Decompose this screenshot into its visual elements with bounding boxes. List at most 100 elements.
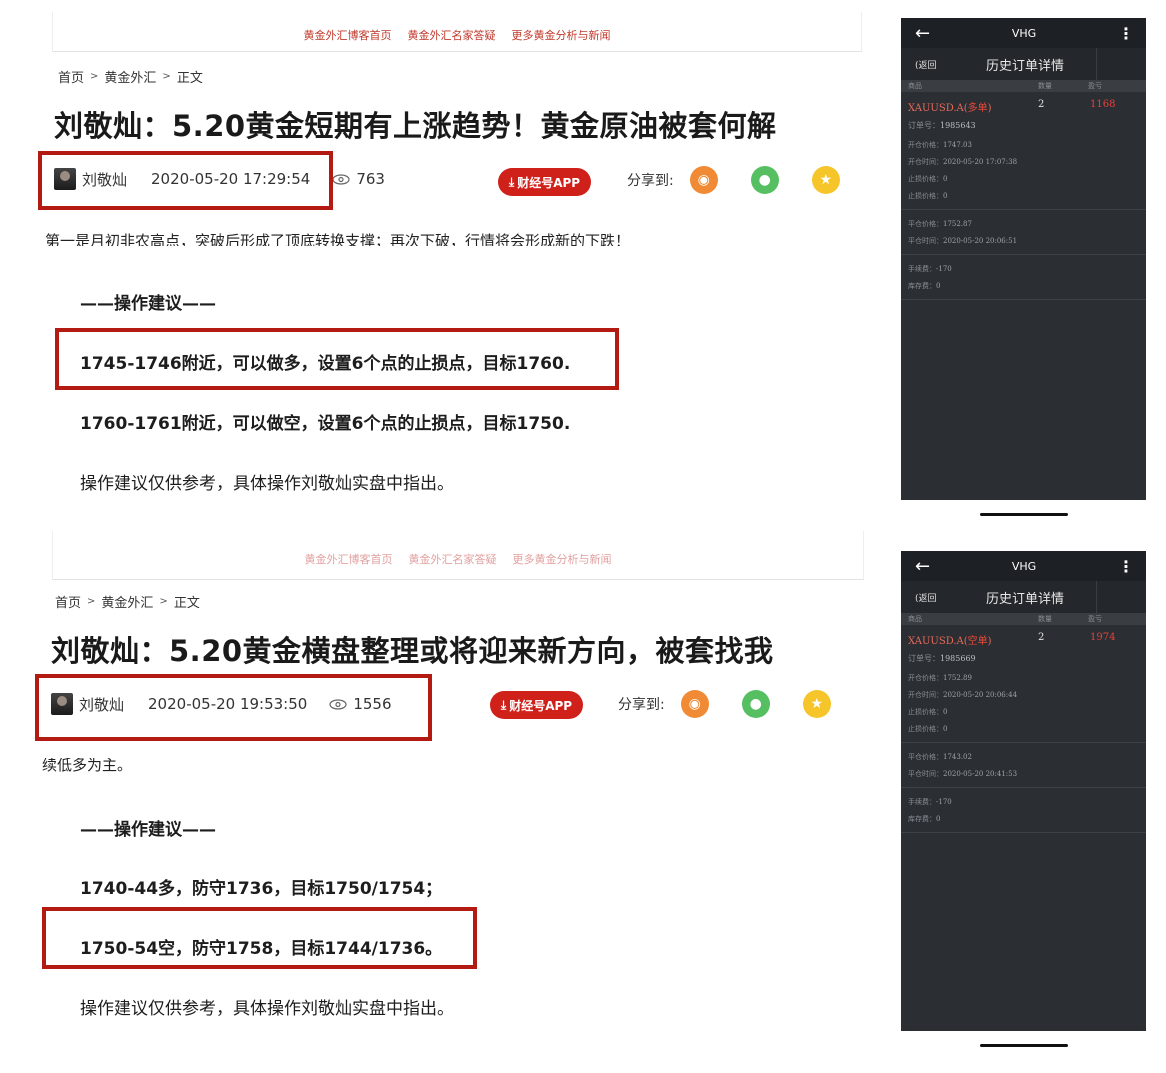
value: 2020-05-20 17:07:38	[943, 158, 1018, 166]
value: 1752.89	[943, 674, 972, 682]
breadcrumb-separator: >	[162, 71, 171, 82]
column-headers: 商品 数量 盈亏	[901, 613, 1146, 625]
order-type: 多单	[967, 103, 988, 114]
sub-header: (返回 历史订单详情	[901, 48, 1146, 80]
article-title: 刘敬灿：5.20黄金横盘整理或将迎来新方向，被套找我	[51, 634, 774, 668]
star-icon[interactable]: ★	[811, 166, 840, 194]
label: 订单号：	[908, 654, 940, 663]
breadcrumb-current: 正文	[173, 596, 200, 611]
breadcrumb-separator: >	[159, 596, 168, 607]
breadcrumb-category[interactable]: 黄金外汇	[101, 592, 153, 611]
section-heading: ——操作建议——	[80, 820, 216, 840]
highlight-box	[38, 151, 333, 210]
top-nav: 黄金外汇博客首页 黄金外汇名家答疑 更多黄金分析与新闻	[52, 531, 864, 580]
label: 止损价格：	[908, 708, 943, 716]
close-price: 平仓价格：1743.02	[908, 749, 1146, 766]
label: 平仓价格：	[908, 753, 943, 761]
order-detail-screen-1: ← VHG ⋮ (返回 历史订单详情 商品 数量 盈亏 XAUUSD.A(多单)…	[901, 18, 1146, 500]
label: 平仓时间：	[908, 770, 943, 778]
swap: 库存费：0	[908, 278, 1146, 295]
value: 0	[943, 725, 948, 733]
nav-link-qa[interactable]: 黄金外汇名家答疑	[409, 551, 497, 567]
label: 平仓时间：	[908, 237, 943, 245]
value: 0	[943, 192, 948, 200]
label: 开仓价格：	[908, 674, 943, 682]
breadcrumb-home[interactable]: 首页	[55, 592, 81, 611]
order-profit: 1168	[1090, 99, 1116, 110]
breadcrumb-category[interactable]: 黄金外汇	[104, 67, 156, 86]
label: 手续费：	[908, 798, 936, 806]
eye-icon	[332, 173, 350, 185]
nav-link-more-news[interactable]: 更多黄金分析与新闻	[513, 551, 612, 567]
app-download-button[interactable]: ⤓ 财经号APP	[490, 691, 583, 719]
value: 0	[936, 282, 941, 290]
app-button-label: 财经号APP	[509, 698, 573, 713]
take-profit: 止损价格：0	[908, 721, 1146, 738]
order-row[interactable]: XAUUSD.A(多单) 2 1168	[901, 92, 1146, 117]
value: 1985643	[940, 121, 976, 130]
order-quantity: 2	[1038, 632, 1045, 643]
share-bar: 分享到: ◉ ● ★	[618, 690, 864, 718]
nav-link-blog-home[interactable]: 黄金外汇博客首页	[305, 551, 393, 567]
download-icon: ⤓	[508, 174, 515, 189]
col-symbol: 商品	[908, 615, 922, 623]
symbol-close: )	[987, 636, 992, 647]
order-type: 空单	[967, 636, 988, 647]
app-button-label: 财经号APP	[517, 175, 581, 190]
back-arrow-icon[interactable]: ←	[915, 556, 930, 577]
label: 开仓时间：	[908, 158, 943, 166]
nav-link-blog-home[interactable]: 黄金外汇博客首页	[304, 27, 392, 43]
label: 开仓价格：	[908, 141, 943, 149]
more-menu-icon[interactable]: ⋮	[1118, 557, 1134, 576]
share-label: 分享到:	[627, 173, 674, 189]
open-price: 开仓价格：1747.03	[908, 137, 1146, 154]
label: 手续费：	[908, 265, 936, 273]
value: -170	[936, 265, 952, 273]
app-title: VHG	[1011, 559, 1037, 573]
back-arrow-icon[interactable]: ←	[915, 23, 930, 44]
col-quantity: 数量	[1038, 82, 1052, 90]
divider	[1096, 48, 1097, 80]
page-title: 历史订单详情	[986, 58, 1065, 74]
article-screenshot-1: 黄金外汇博客首页 黄金外汇名家答疑 更多黄金分析与新闻 首页 > 黄金外汇 > …	[0, 0, 880, 520]
share-bar: 分享到: ◉ ● ★	[627, 166, 873, 194]
app-title: VHG	[1011, 26, 1037, 40]
breadcrumb-current: 正文	[176, 71, 203, 86]
back-button[interactable]: (返回	[915, 58, 975, 71]
wechat-icon[interactable]: ●	[741, 690, 770, 718]
close-price: 平仓价格：1752.87	[908, 216, 1146, 233]
label: 平仓价格：	[908, 220, 943, 228]
divider	[901, 832, 1146, 833]
col-symbol: 商品	[908, 82, 922, 90]
star-icon[interactable]: ★	[802, 690, 831, 718]
breadcrumb-home[interactable]: 首页	[58, 67, 84, 86]
breadcrumb: 首页 > 黄金外汇 > 正文	[55, 592, 200, 611]
stop-loss: 止损价格：0	[908, 704, 1146, 721]
value: 2020-05-20 20:41:53	[943, 770, 1018, 778]
weibo-icon[interactable]: ◉	[689, 166, 718, 194]
top-nav: 黄金外汇博客首页 黄金外汇名家答疑 更多黄金分析与新闻	[52, 12, 862, 52]
order-row[interactable]: XAUUSD.A(空单) 2 1974	[901, 625, 1146, 650]
home-indicator[interactable]	[980, 1044, 1068, 1047]
value: 2020-05-20 20:06:44	[943, 691, 1018, 699]
weibo-icon[interactable]: ◉	[680, 690, 709, 718]
home-indicator[interactable]	[980, 513, 1068, 516]
download-icon: ⤓	[500, 697, 507, 712]
label: 止损价格：	[908, 175, 943, 183]
app-download-button[interactable]: ⤓ 财经号APP	[498, 168, 591, 196]
wechat-icon[interactable]: ●	[750, 166, 779, 194]
label: 库存费：	[908, 282, 936, 290]
highlight-box	[35, 674, 432, 741]
value: 1747.03	[943, 141, 972, 149]
back-button[interactable]: (返回	[915, 591, 975, 604]
nav-link-qa[interactable]: 黄金外汇名家答疑	[408, 27, 496, 43]
more-menu-icon[interactable]: ⋮	[1118, 24, 1134, 43]
nav-link-more-news[interactable]: 更多黄金分析与新闻	[512, 27, 611, 43]
sub-header: (返回 历史订单详情	[901, 581, 1146, 613]
col-profit: 盈亏	[1088, 615, 1102, 623]
order-detail-screen-2: ← VHG ⋮ (返回 历史订单详情 商品 数量 盈亏 XAUUSD.A(空单)…	[901, 551, 1146, 1031]
article-screenshot-2: 黄金外汇博客首页 黄金外汇名家答疑 更多黄金分析与新闻 首页 > 黄金外汇 > …	[0, 531, 880, 1065]
article-title: 刘敬灿：5.20黄金短期有上涨趋势！黄金原油被套何解	[54, 109, 777, 143]
disclaimer: 操作建议仅供参考，具体操作刘敬灿实盘中指出。	[80, 474, 454, 494]
value: 0	[943, 175, 948, 183]
